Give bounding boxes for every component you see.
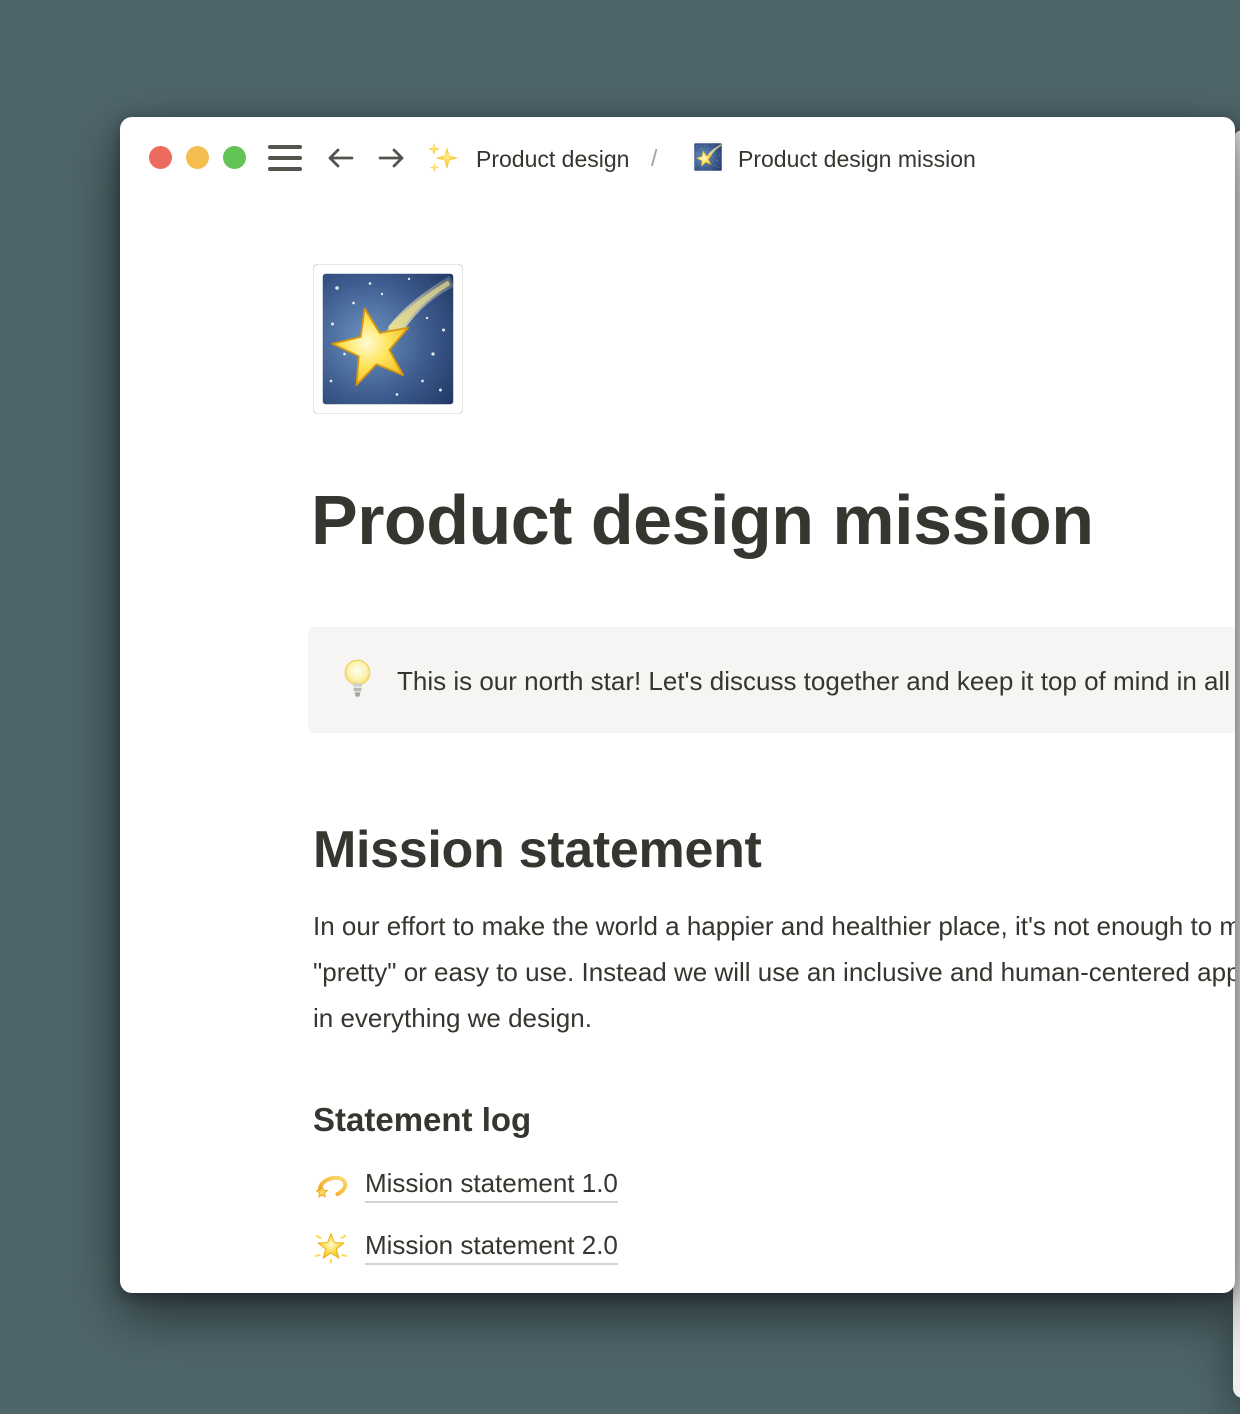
minimize-button[interactable] [186,146,209,169]
paragraph-line: "pretty" or easy to use. Instead we will… [313,949,1235,995]
paragraph-line: in everything we design. [313,995,1235,1041]
window-topbar: Product design / [120,117,1235,199]
zoom-button[interactable] [223,146,246,169]
page-link-label[interactable]: Mission statement 2.0 [365,1230,618,1265]
statement-log-links: Mission statement 1.0 Missio [313,1164,618,1288]
statement-log-heading: Statement log [313,1101,531,1139]
breadcrumb-parent[interactable]: Product design [476,144,629,174]
page-link-mission-statement-1[interactable]: Mission statement 1.0 [313,1164,618,1206]
app-window: Product design / [120,117,1235,1293]
page-link-mission-statement-2[interactable]: Mission statement 2.0 [313,1226,618,1268]
page-title: Product design mission [311,480,1235,561]
paragraph-line: In our effort to make the world a happie… [313,903,1235,949]
sparkles-icon [426,141,460,175]
page-link-label[interactable]: Mission statement 1.0 [365,1168,618,1203]
callout-text: This is our north star! Let's discuss to… [397,666,1235,696]
breadcrumb-separator: / [651,143,657,173]
desktop-background: Product design / [0,0,1240,1414]
callout-block: This is our north star! Let's discuss to… [308,627,1235,733]
mission-paragraph: In our effort to make the world a happie… [313,903,1235,1041]
forward-arrow-icon[interactable] [378,146,406,170]
sidebar-menu-icon[interactable] [268,145,302,171]
close-button[interactable] [149,146,172,169]
back-arrow-icon[interactable] [326,146,354,170]
dizzy-icon [313,1167,349,1203]
breadcrumb-current[interactable]: Product design mission [738,144,976,174]
lightbulb-icon [344,659,371,701]
shooting-star-icon[interactable] [692,141,724,173]
mission-statement-heading: Mission statement [313,820,762,880]
page-icon-shooting-star[interactable] [313,264,463,414]
glowing-star-icon [313,1229,349,1265]
